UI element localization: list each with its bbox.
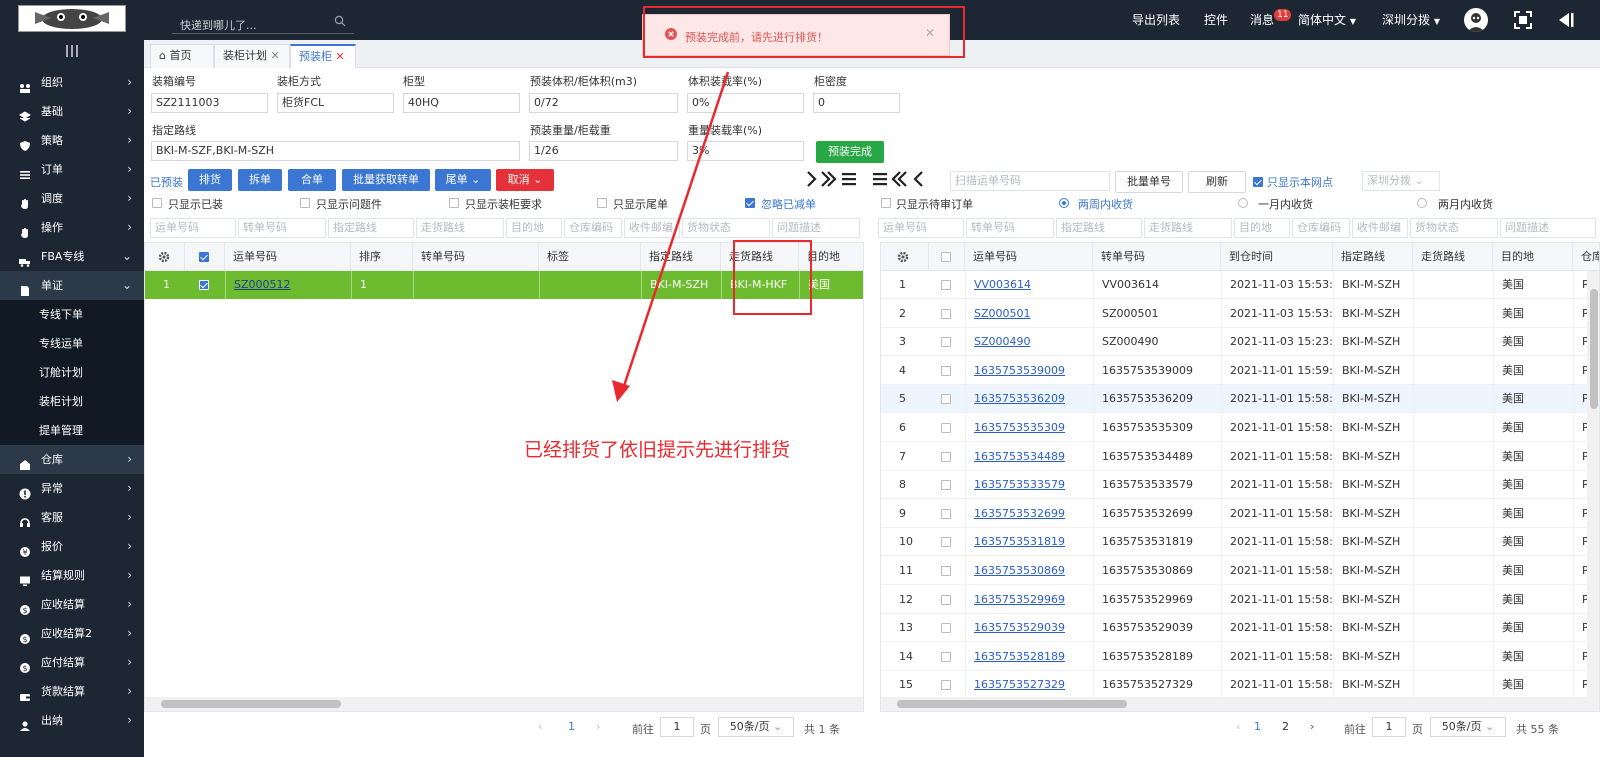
annotation-arrow	[612, 71, 730, 402]
annotation-note: 已经排货了依旧提示先进行排货	[524, 439, 791, 461]
